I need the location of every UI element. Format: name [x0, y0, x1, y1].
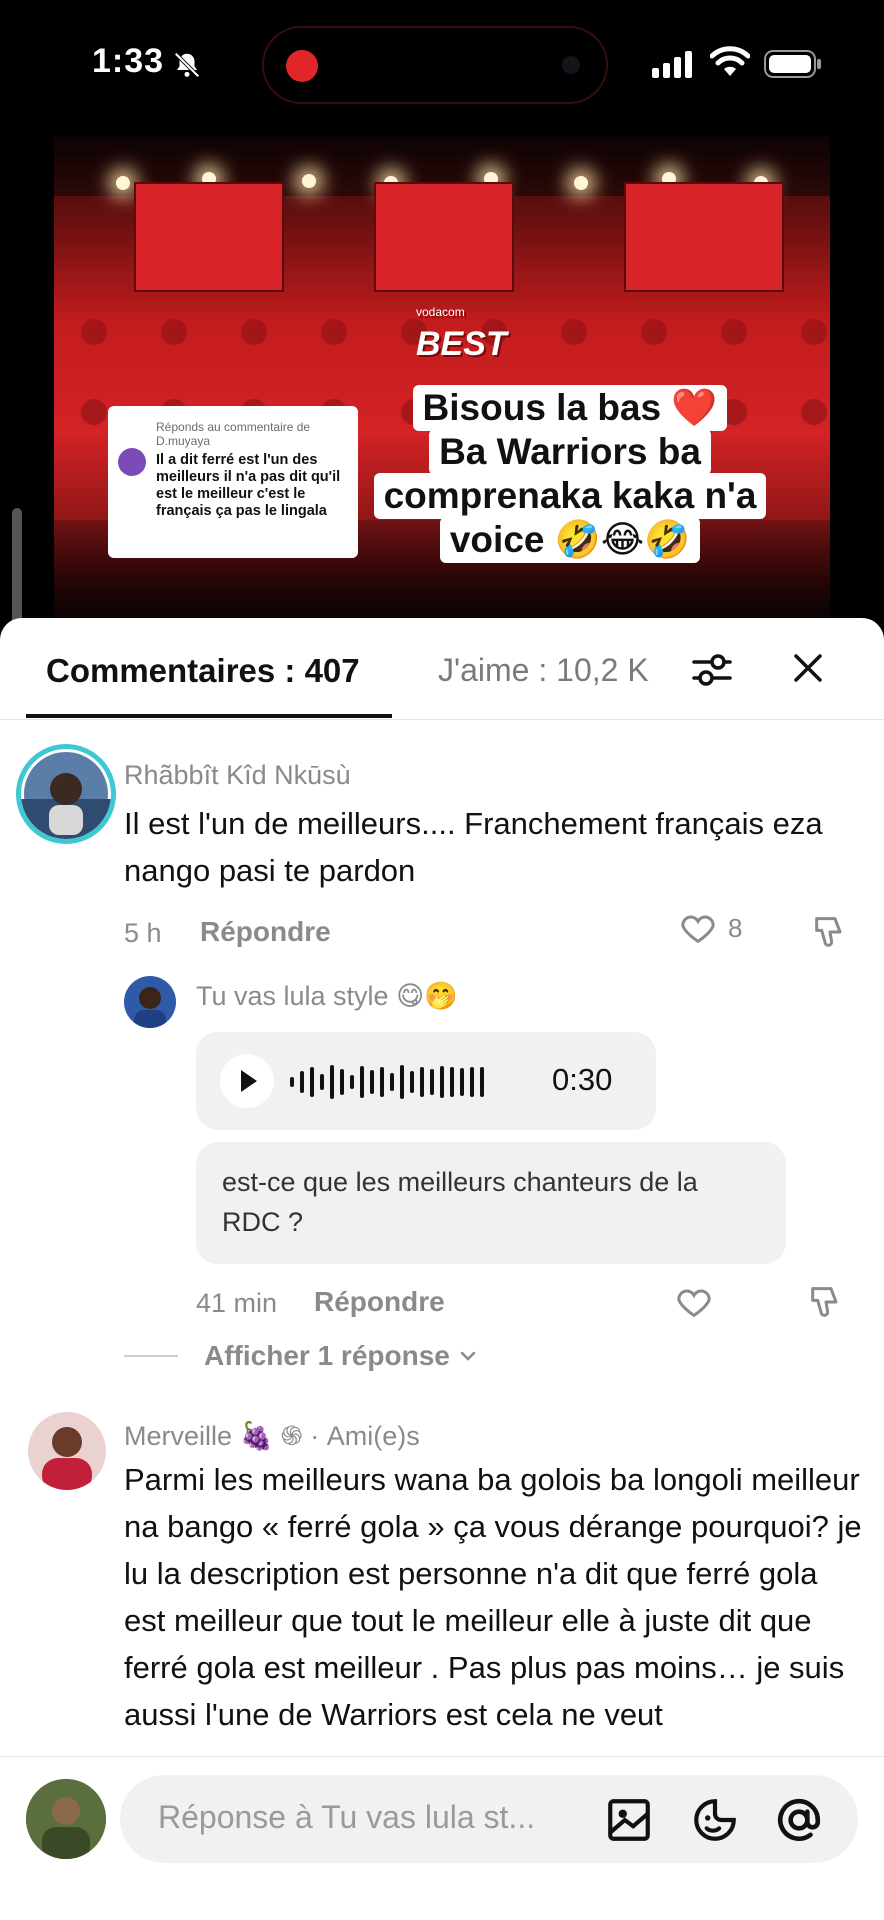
stage-screen [624, 182, 784, 292]
stage-screen [134, 182, 284, 292]
avatar-image [42, 1427, 92, 1490]
reply-input[interactable]: Réponse à Tu vas lula st... [120, 1775, 858, 1863]
mention-icon[interactable] [774, 1795, 824, 1845]
like-count: 8 [728, 912, 743, 943]
camera-icon [562, 56, 580, 74]
stage-light [574, 176, 588, 190]
recording-indicator-icon [286, 50, 318, 82]
wifi-icon [710, 46, 750, 76]
stage-screen [374, 182, 514, 292]
caption-line: comprenaka kaka n'a [373, 473, 767, 519]
tab-underline [26, 714, 392, 718]
avatar[interactable] [16, 744, 116, 844]
play-button[interactable] [220, 1054, 274, 1108]
comment-text: Il est l'un de meilleurs.... Franchement… [124, 806, 823, 888]
heart-icon[interactable] [674, 1282, 714, 1322]
tab-comments[interactable]: Commentaires : 407 [46, 652, 360, 690]
battery-icon [764, 50, 821, 78]
filter-icon[interactable] [688, 646, 736, 694]
avatar-image [26, 1779, 106, 1859]
dislike-icon[interactable] [810, 912, 850, 952]
comment-username[interactable]: Rhãbbît Kîd Nkūsù [124, 760, 351, 791]
play-icon [241, 1070, 257, 1092]
reply-sticker-text: Il a dit ferré est l'un des meilleurs il… [156, 452, 341, 519]
friend-tag: · Ami(e)s [302, 1421, 420, 1451]
reply-input-placeholder: Réponse à Tu vas lula st... [158, 1799, 536, 1835]
reply-sticker[interactable]: Réponds au commentaire de D.muyaya Il a … [108, 406, 358, 558]
caption-line: Bisous la bas ❤️ [412, 385, 728, 431]
close-icon[interactable] [786, 646, 830, 690]
comment-time: 41 min [196, 1288, 278, 1318]
voice-transcript: est-ce que les meilleurs chanteurs de la… [196, 1142, 786, 1264]
voice-duration: 0:30 [552, 1062, 613, 1097]
tab-bar: Commentaires : 407 J'aime : 10,2 K [0, 618, 884, 720]
image-icon[interactable] [604, 1795, 654, 1845]
reply-sticker-avatar [118, 448, 146, 476]
avatar[interactable] [124, 976, 176, 1028]
video-caption: Bisous la bas ❤️ Ba Warriors ba comprena… [360, 385, 780, 563]
heart-icon [681, 915, 715, 944]
view-replies-button[interactable]: Afficher 1 réponse [124, 1340, 480, 1372]
divider [124, 1355, 178, 1357]
bell-off-icon [174, 52, 200, 78]
dynamic-island [262, 26, 608, 104]
voice-message[interactable]: 0:30 [196, 1032, 656, 1130]
audio-waveform [290, 1062, 484, 1102]
like-button[interactable]: 8 [678, 908, 742, 948]
stage-light [302, 174, 316, 188]
status-time: 1:33 [92, 42, 165, 80]
sticker-icon[interactable] [690, 1795, 740, 1845]
avatar-image [21, 752, 111, 839]
signal-icon [652, 50, 692, 78]
comment-username[interactable]: Merveille 🍇 ֍ · Ami(e)s [124, 1416, 420, 1453]
comment-username[interactable]: Tu vas lula style 😋🤭 [196, 980, 458, 1012]
event-logo: vodacom BEST [416, 305, 507, 363]
dislike-icon[interactable] [806, 1282, 846, 1322]
my-avatar [26, 1779, 106, 1859]
caption-line: voice 🤣😂🤣 [439, 517, 701, 563]
tab-likes[interactable]: J'aime : 10,2 K [438, 652, 668, 689]
reply-button[interactable]: Répondre [200, 916, 331, 948]
status-bar: 1:33 [0, 0, 884, 130]
avatar[interactable] [28, 1412, 106, 1490]
reply-button[interactable]: Répondre [314, 1286, 445, 1318]
avatar-image [134, 987, 166, 1028]
caption-line: Ba Warriors ba [429, 429, 711, 475]
comment-text: Parmi les meilleurs wana ba golois ba lo… [124, 1462, 862, 1732]
stage-light [116, 176, 130, 190]
chevron-down-icon [460, 1351, 476, 1361]
reply-sticker-header: Réponds au commentaire de D.muyaya [156, 420, 311, 448]
reply-input-bar: Réponse à Tu vas lula st... [0, 1756, 884, 1920]
comment-time: 5 h [124, 918, 162, 948]
